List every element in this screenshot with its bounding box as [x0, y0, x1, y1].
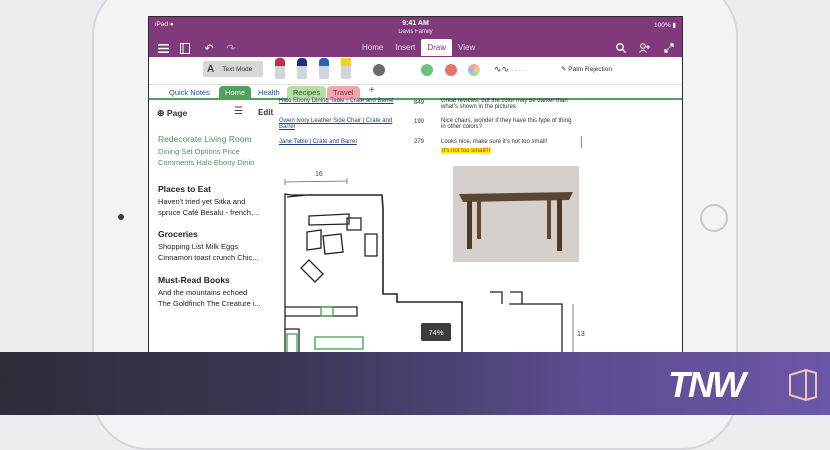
zoom-indicator: 74% [421, 323, 451, 341]
battery-indicator: 100% ▮ [653, 22, 676, 29]
redo-icon[interactable]: ↷ [223, 40, 239, 56]
tab-draw[interactable]: Draw [421, 39, 453, 56]
page-title: Redecorate Living Room [158, 134, 252, 144]
page-item-groceries[interactable]: Groceries Shopping List Milk Eggs Cinnam… [158, 229, 274, 263]
ribbon-tabs: Home Insert Draw View [356, 39, 481, 56]
table-comment: Great reviews, but the color may be dark… [441, 98, 568, 110]
table-photo[interactable] [453, 166, 579, 262]
tnw-logo: TNW [668, 364, 746, 405]
page-preview-line: And the mountains echoed [158, 288, 248, 297]
clock: 9:41 AM [402, 20, 429, 27]
menu-icon[interactable] [155, 40, 171, 56]
sketch-dimension-top: 16 [315, 171, 323, 178]
tab-insert[interactable]: Insert [389, 39, 421, 56]
notebook-title[interactable]: Davis Family [149, 29, 682, 35]
undo-icon[interactable]: ↶ [201, 40, 217, 56]
table-price: 199 [414, 119, 425, 125]
edit-pages-button[interactable]: Edit [258, 108, 273, 117]
page-preview-line: Cinnamon toast crunch Chic... [158, 253, 259, 262]
table-border [581, 136, 582, 148]
sketch-dimension-right: 13 [577, 331, 585, 338]
draw-toolbar: A Text Mode ∿∿ - - - - ✎ Palm Rejection [149, 57, 682, 85]
office-logo-icon [789, 368, 817, 402]
page-preview-line: spruce Café Besalu - french,... [158, 208, 260, 217]
page-item-redecorate[interactable]: Redecorate Living Room Dining Set Option… [158, 134, 274, 168]
search-icon[interactable] [613, 40, 629, 56]
page-title: Groceries [158, 229, 198, 239]
add-page-button[interactable]: ⊕ Page [157, 108, 187, 119]
color-gray[interactable] [373, 64, 385, 76]
front-camera [118, 214, 124, 220]
palm-rejection-label: Palm Rejection [568, 66, 612, 73]
color-picker-icon[interactable] [468, 64, 480, 76]
text-mode-icon: A [207, 63, 215, 75]
highlighted-note: It's not too small!!! [441, 148, 492, 154]
tab-view[interactable]: View [452, 39, 481, 56]
page-title: Must-Read Books [158, 275, 230, 285]
table-price: 279 [414, 139, 425, 145]
tab-home[interactable]: Home [356, 39, 389, 56]
pen-red[interactable] [275, 58, 285, 80]
page-preview-line: Shopping List Milk Eggs [158, 242, 239, 251]
table-item[interactable]: Gwen Ivory Leather Side Chair | Crate an… [279, 118, 403, 130]
palm-rejection-button[interactable]: ✎ Palm Rejection [561, 65, 612, 73]
home-button[interactable] [700, 204, 728, 232]
add-section-button[interactable]: + [363, 83, 381, 97]
page-preview-line: The Goldfinch The Creature i... [158, 299, 261, 308]
ink-to-shape-icon[interactable]: ∿∿ - - - - [494, 64, 525, 75]
color-green[interactable] [421, 64, 433, 76]
text-mode-button[interactable]: A Text Mode [203, 61, 263, 77]
plus-circle-icon: ⊕ [157, 108, 165, 118]
section-home[interactable]: Home [219, 86, 252, 100]
fullscreen-icon[interactable] [661, 40, 677, 56]
page-preview-line: Dining Set Options Price [158, 147, 240, 156]
add-page-label: Page [166, 108, 188, 118]
pen-blue[interactable] [319, 58, 329, 80]
status-bar: iPad ● 9:41 AM Davis Family 100% ▮ [149, 17, 682, 39]
table-comment: Looks nice, make sure it's not too small… [441, 139, 548, 145]
table-price: 849 [414, 100, 425, 106]
color-coral[interactable] [445, 64, 457, 76]
pen-dark-blue[interactable] [297, 58, 307, 80]
page-item-books[interactable]: Must-Read Books And the mountains echoed… [158, 275, 274, 309]
table-comment: Nice chairs, wonder if they have this ty… [441, 118, 572, 130]
page-item-places[interactable]: Places to Eat Haven't tried yet Sitka an… [158, 184, 274, 218]
section-tabs: Quick Notes Home Health Recipes Travel + [149, 85, 682, 100]
add-person-icon[interactable] [637, 40, 653, 56]
section-quick-notes[interactable]: Quick Notes [163, 86, 216, 100]
highlighter-yellow[interactable] [341, 58, 351, 80]
table-item[interactable]: Jane Table | Crate and Barrel [279, 139, 403, 145]
ribbon: ↶ ↷ Home Insert Draw View [149, 39, 682, 57]
stylus-icon: ✎ [561, 66, 567, 73]
page-title: Places to Eat [158, 184, 211, 194]
table-item[interactable]: Halo Ebony Dining Table | Crate and Barr… [279, 98, 403, 104]
list-view-icon[interactable]: ☰ [234, 106, 243, 117]
text-mode-label: Text Mode [222, 65, 253, 73]
page-preview-line: Haven't tried yet Sitka and [158, 197, 246, 206]
notebook-icon[interactable] [177, 40, 193, 56]
page-preview-line: Comments Halo Ebony Dinin [158, 158, 255, 167]
